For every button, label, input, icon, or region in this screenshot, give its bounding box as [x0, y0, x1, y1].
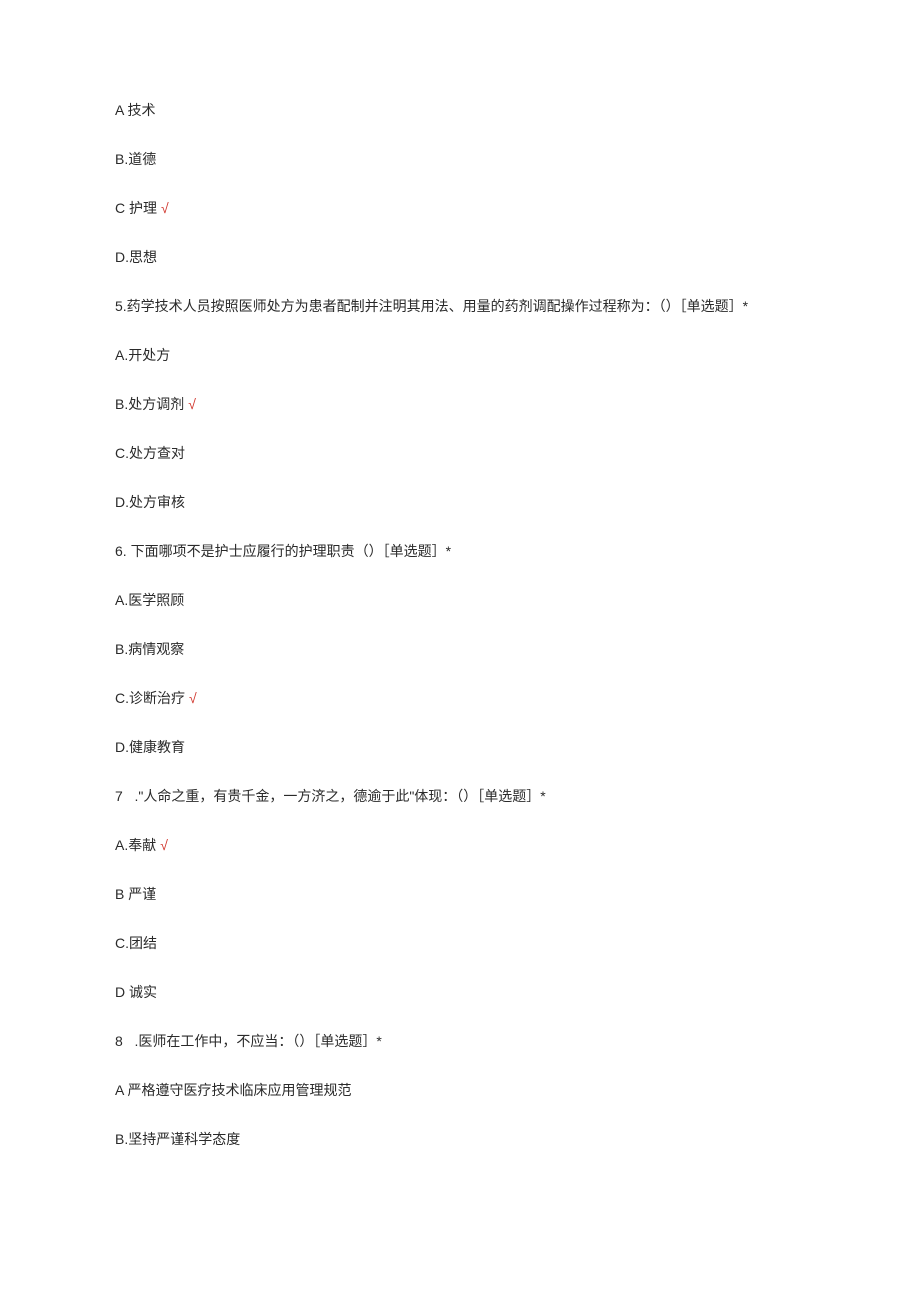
doc-line: B.道德 [115, 149, 805, 170]
line-text: A 严格遵守医疗技术临床应用管理规范 [115, 1082, 351, 1098]
doc-line: B 严谨 [115, 884, 805, 905]
doc-line: D.处方审核 [115, 492, 805, 513]
doc-line: 6. 下面哪项不是护士应履行的护理职责（）［单选题］* [115, 541, 805, 562]
doc-line: A 技术 [115, 100, 805, 121]
line-text: B.坚持严谨科学态度 [115, 1131, 240, 1147]
line-text: B.处方调剂 [115, 396, 184, 412]
check-icon: √ [160, 837, 168, 853]
check-icon: √ [189, 690, 197, 706]
line-text: B.道德 [115, 151, 156, 167]
line-text: A.开处方 [115, 347, 170, 363]
line-text: 7 ."人命之重，有贵千金，一方济之，德逾于此"体现：（）［单选题］* [115, 788, 546, 804]
line-text: C.处方查对 [115, 445, 185, 461]
doc-line: C 护理√ [115, 198, 805, 219]
doc-line: A 严格遵守医疗技术临床应用管理规范 [115, 1080, 805, 1101]
line-text: A.奉献 [115, 837, 156, 853]
line-text: 6. 下面哪项不是护士应履行的护理职责（）［单选题］* [115, 543, 451, 559]
line-text: A.医学照顾 [115, 592, 184, 608]
line-text: D.健康教育 [115, 739, 185, 755]
line-text: 8 .医师在工作中，不应当：（）［单选题］* [115, 1033, 382, 1049]
line-text: D 诚实 [115, 984, 157, 1000]
line-text: D.思想 [115, 249, 157, 265]
doc-line: C.诊断治疗√ [115, 688, 805, 709]
doc-line: 5.药学技术人员按照医师处方为患者配制并注明其用法、用量的药剂调配操作过程称为：… [115, 296, 805, 317]
doc-line: B.病情观察 [115, 639, 805, 660]
check-icon: √ [161, 200, 169, 216]
doc-line: C.处方查对 [115, 443, 805, 464]
doc-line: D.健康教育 [115, 737, 805, 758]
line-text: A 技术 [115, 102, 155, 118]
line-text: 5.药学技术人员按照医师处方为患者配制并注明其用法、用量的药剂调配操作过程称为：… [115, 298, 748, 314]
line-text: C.团结 [115, 935, 157, 951]
doc-line: 7 ."人命之重，有贵千金，一方济之，德逾于此"体现：（）［单选题］* [115, 786, 805, 807]
doc-line: 8 .医师在工作中，不应当：（）［单选题］* [115, 1031, 805, 1052]
doc-line: A.医学照顾 [115, 590, 805, 611]
doc-line: C.团结 [115, 933, 805, 954]
doc-line: D 诚实 [115, 982, 805, 1003]
doc-line: B.坚持严谨科学态度 [115, 1129, 805, 1150]
line-text: C 护理 [115, 200, 157, 216]
doc-line: A.开处方 [115, 345, 805, 366]
line-text: B 严谨 [115, 886, 156, 902]
check-icon: √ [188, 396, 196, 412]
line-text: D.处方审核 [115, 494, 185, 510]
line-text: C.诊断治疗 [115, 690, 185, 706]
line-text: B.病情观察 [115, 641, 184, 657]
doc-line: B.处方调剂√ [115, 394, 805, 415]
doc-line: A.奉献√ [115, 835, 805, 856]
doc-line: D.思想 [115, 247, 805, 268]
